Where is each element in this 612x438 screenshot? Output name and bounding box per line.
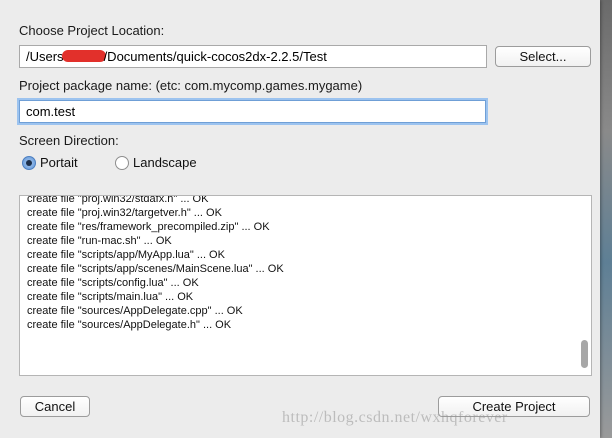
location-prefix: /Users	[26, 49, 64, 64]
new-project-dialog: Choose Project Location: /Users/Document…	[0, 0, 600, 438]
radio-landscape-label: Landscape	[133, 155, 197, 170]
output-log[interactable]: create file "proj.win32/stdafx.h" ... OK…	[19, 195, 592, 376]
package-name-input[interactable]: com.test	[19, 100, 486, 123]
log-line: create file "scripts/app/scenes/MainScen…	[27, 263, 284, 275]
direction-label: Screen Direction:	[19, 133, 119, 148]
log-scrollbar[interactable]	[580, 199, 589, 372]
log-line: create file "proj.win32/stdafx.h" ... OK	[27, 195, 209, 205]
log-line: create file "scripts/main.lua" ... OK	[27, 291, 194, 303]
scroll-thumb[interactable]	[581, 340, 588, 368]
log-line: create file "scripts/config.lua" ... OK	[27, 277, 199, 289]
watermark-text: http://blog.csdn.net/wxhqforever	[282, 409, 508, 426]
log-line: create file "sources/AppDelegate.h" ... …	[27, 319, 232, 331]
log-line: create file "proj.win32/targetver.h" ...…	[27, 207, 222, 219]
redaction-mark	[61, 50, 106, 62]
select-button[interactable]: Select...	[495, 46, 591, 67]
location-input[interactable]: /Users/Documents/quick-cocos2dx-2.2.5/Te…	[19, 45, 487, 68]
log-line: create file "sources/AppDelegate.cpp" ..…	[27, 305, 243, 317]
radio-portrait-label: Portait	[40, 155, 78, 170]
location-label: Choose Project Location:	[19, 23, 165, 38]
log-line: create file "scripts/app/MyApp.lua" ... …	[27, 249, 225, 261]
radio-unselected-icon	[115, 155, 129, 170]
log-line: create file "res/framework_precompiled.z…	[27, 221, 270, 233]
radio-portrait[interactable]: Portait	[22, 155, 78, 170]
location-suffix: /Documents/quick-cocos2dx-2.2.5/Test	[103, 49, 327, 64]
package-label: Project package name: (etc: com.mycomp.g…	[19, 78, 363, 93]
radio-selected-icon	[22, 155, 36, 170]
log-lines: create file "proj.win32/stdafx.h" ... OK…	[27, 195, 284, 332]
log-line: create file "run-mac.sh" ... OK	[27, 235, 172, 247]
radio-landscape[interactable]: Landscape	[115, 155, 197, 170]
cancel-button[interactable]: Cancel	[20, 396, 90, 417]
background-window	[600, 0, 612, 438]
